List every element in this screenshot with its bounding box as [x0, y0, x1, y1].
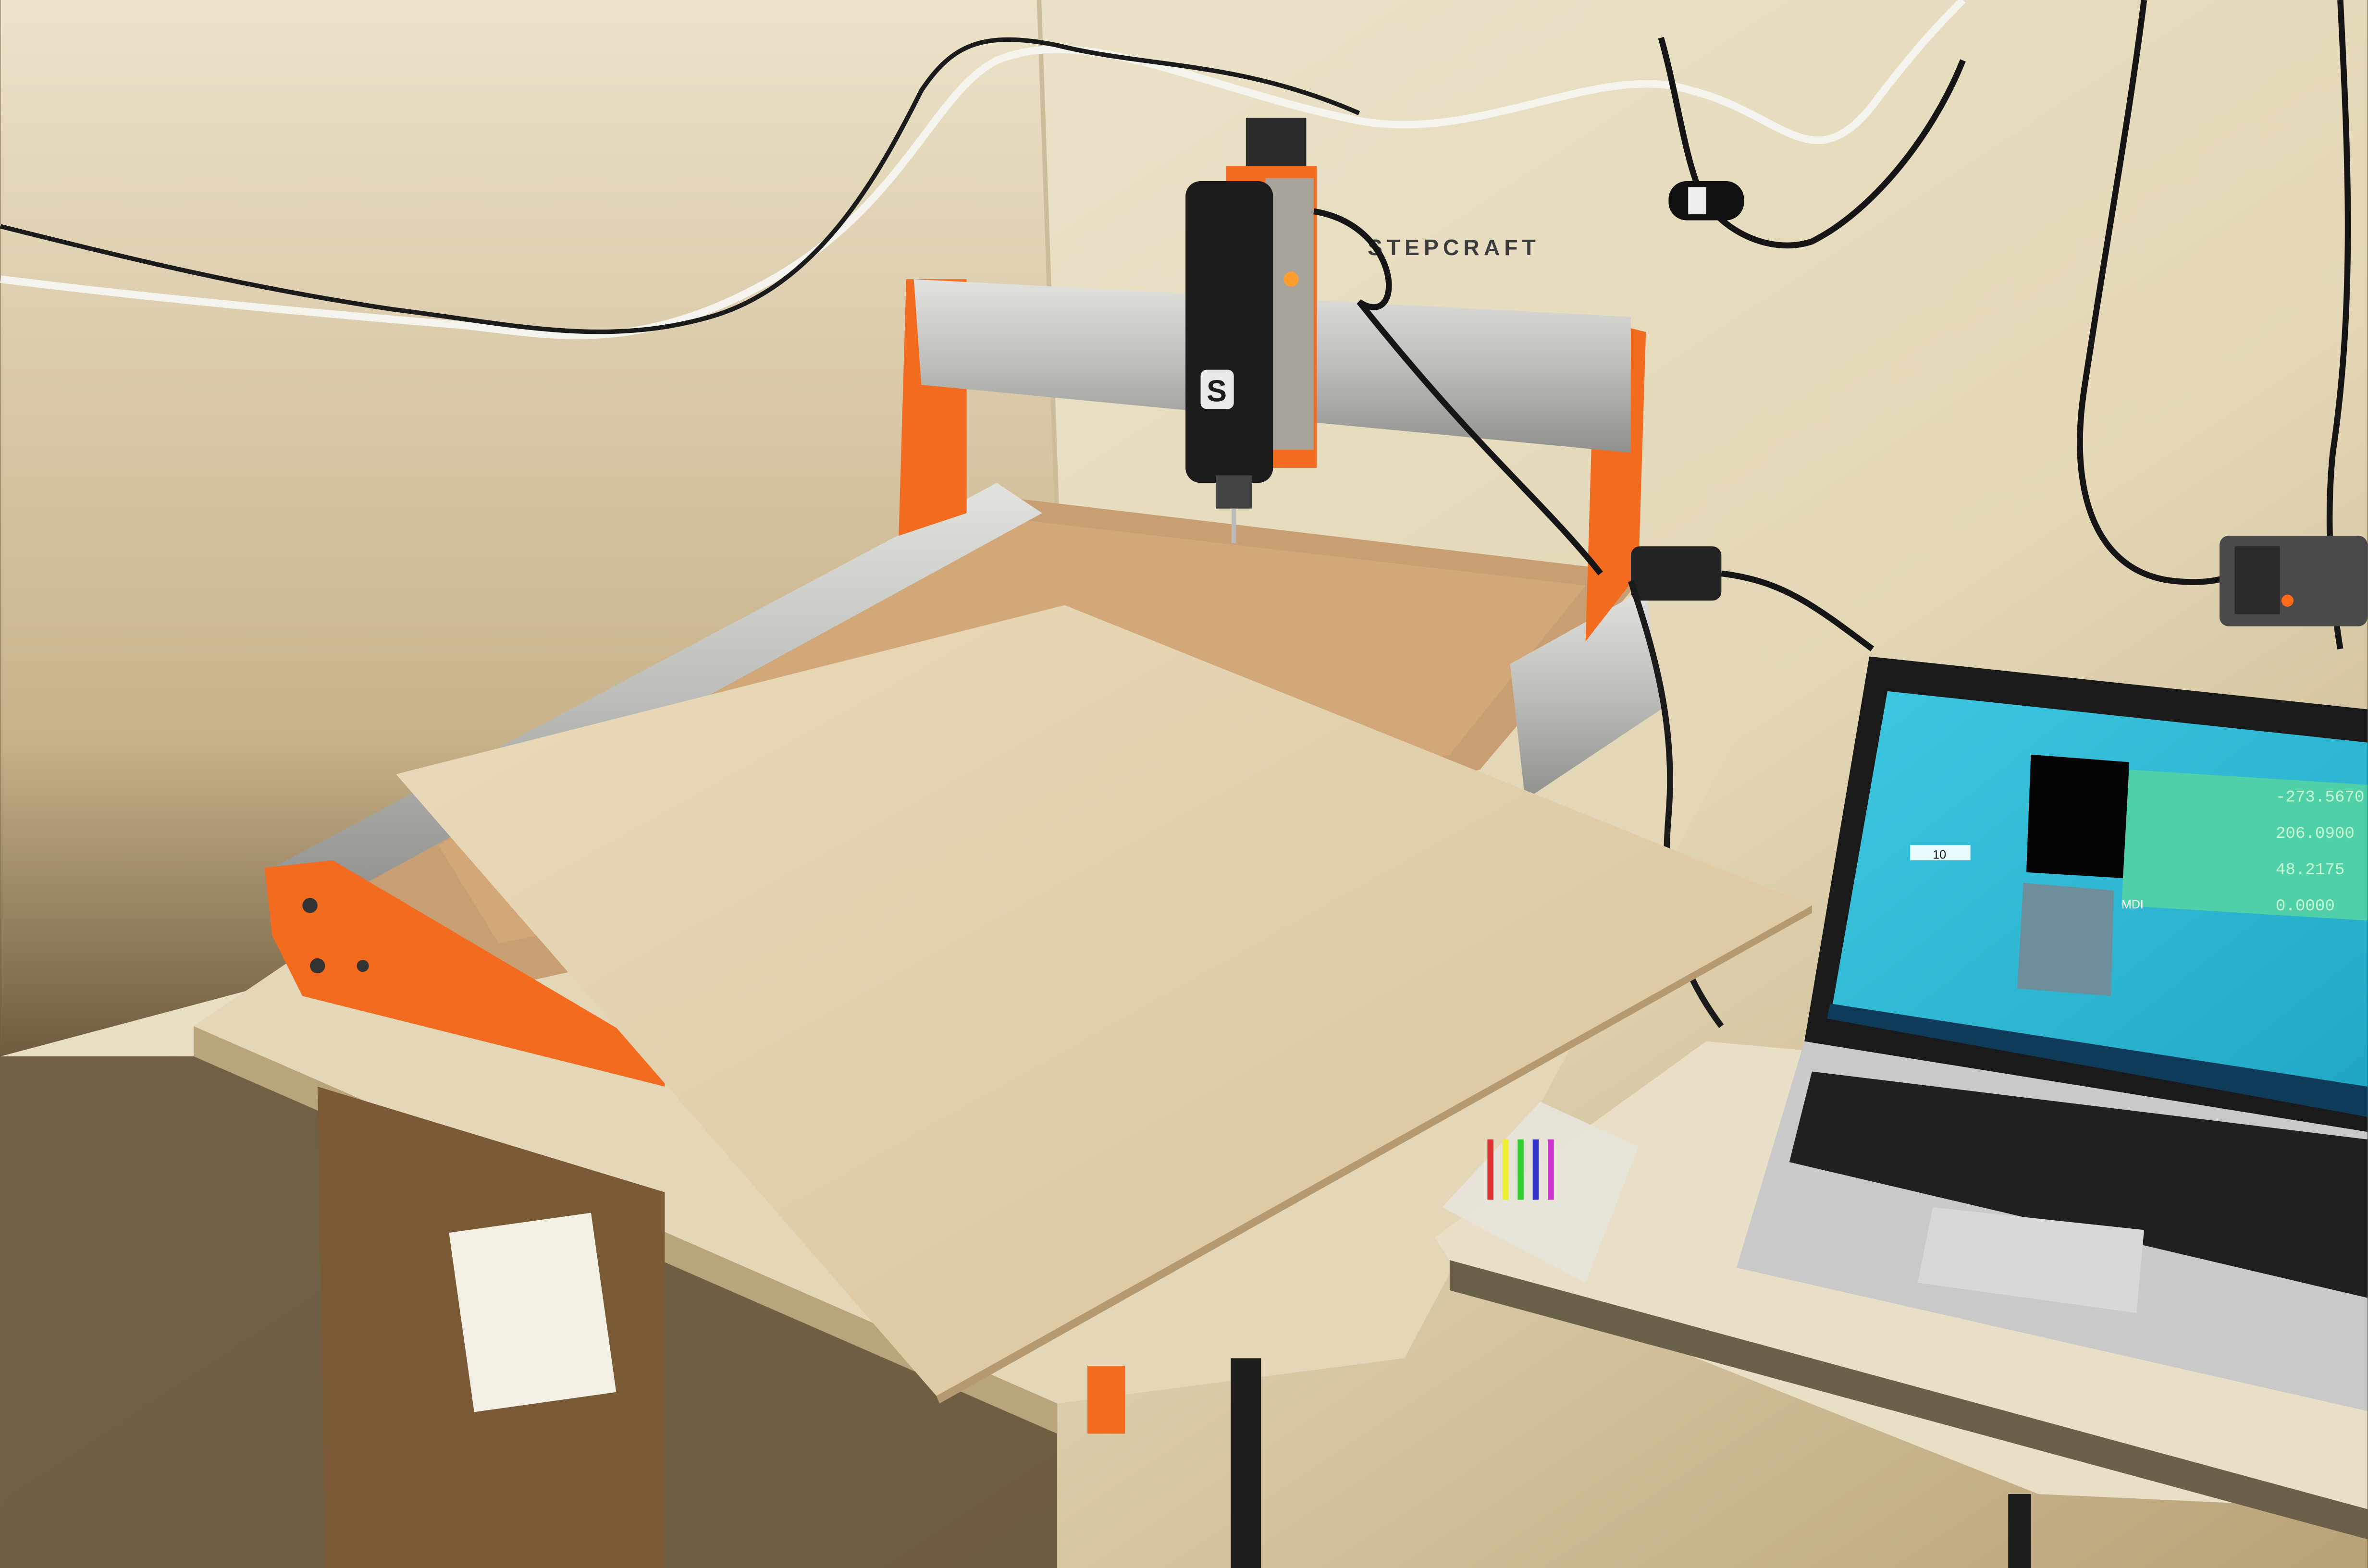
photo-scene: 1051 STEPCRAFT S	[0, 0, 2368, 1568]
dro-readout-x: -273.5670	[2276, 789, 2364, 807]
jog-value: 10	[1933, 848, 1946, 862]
power-strip	[2220, 536, 2368, 626]
brand-label: STEPCRAFT	[1368, 235, 1540, 260]
cable-connector	[1668, 181, 1744, 220]
spindle-body	[1185, 181, 1273, 483]
power-adapter	[1630, 546, 1722, 601]
screen-viewport	[2026, 754, 2129, 879]
dro-readout-a: 0.0000	[2276, 897, 2335, 916]
spindle-collet	[1215, 475, 1252, 509]
orange-pipe	[1087, 1366, 1125, 1434]
spindle-logo-letter: S	[1207, 375, 1227, 408]
bolt-icon	[302, 898, 318, 913]
dro-readout-y: 206.0900	[2276, 825, 2355, 843]
dro-readout-z: 48.2175	[2276, 861, 2344, 880]
side-table-leg	[2008, 1494, 2031, 1568]
indicator-light	[1283, 271, 1299, 287]
bolt-icon	[357, 959, 369, 972]
mdi-label: MDI	[2121, 898, 2144, 911]
bolt-icon	[310, 958, 325, 974]
table-leg	[1231, 1358, 1261, 1568]
box-label	[449, 1213, 617, 1412]
screen-panel	[2017, 882, 2114, 996]
